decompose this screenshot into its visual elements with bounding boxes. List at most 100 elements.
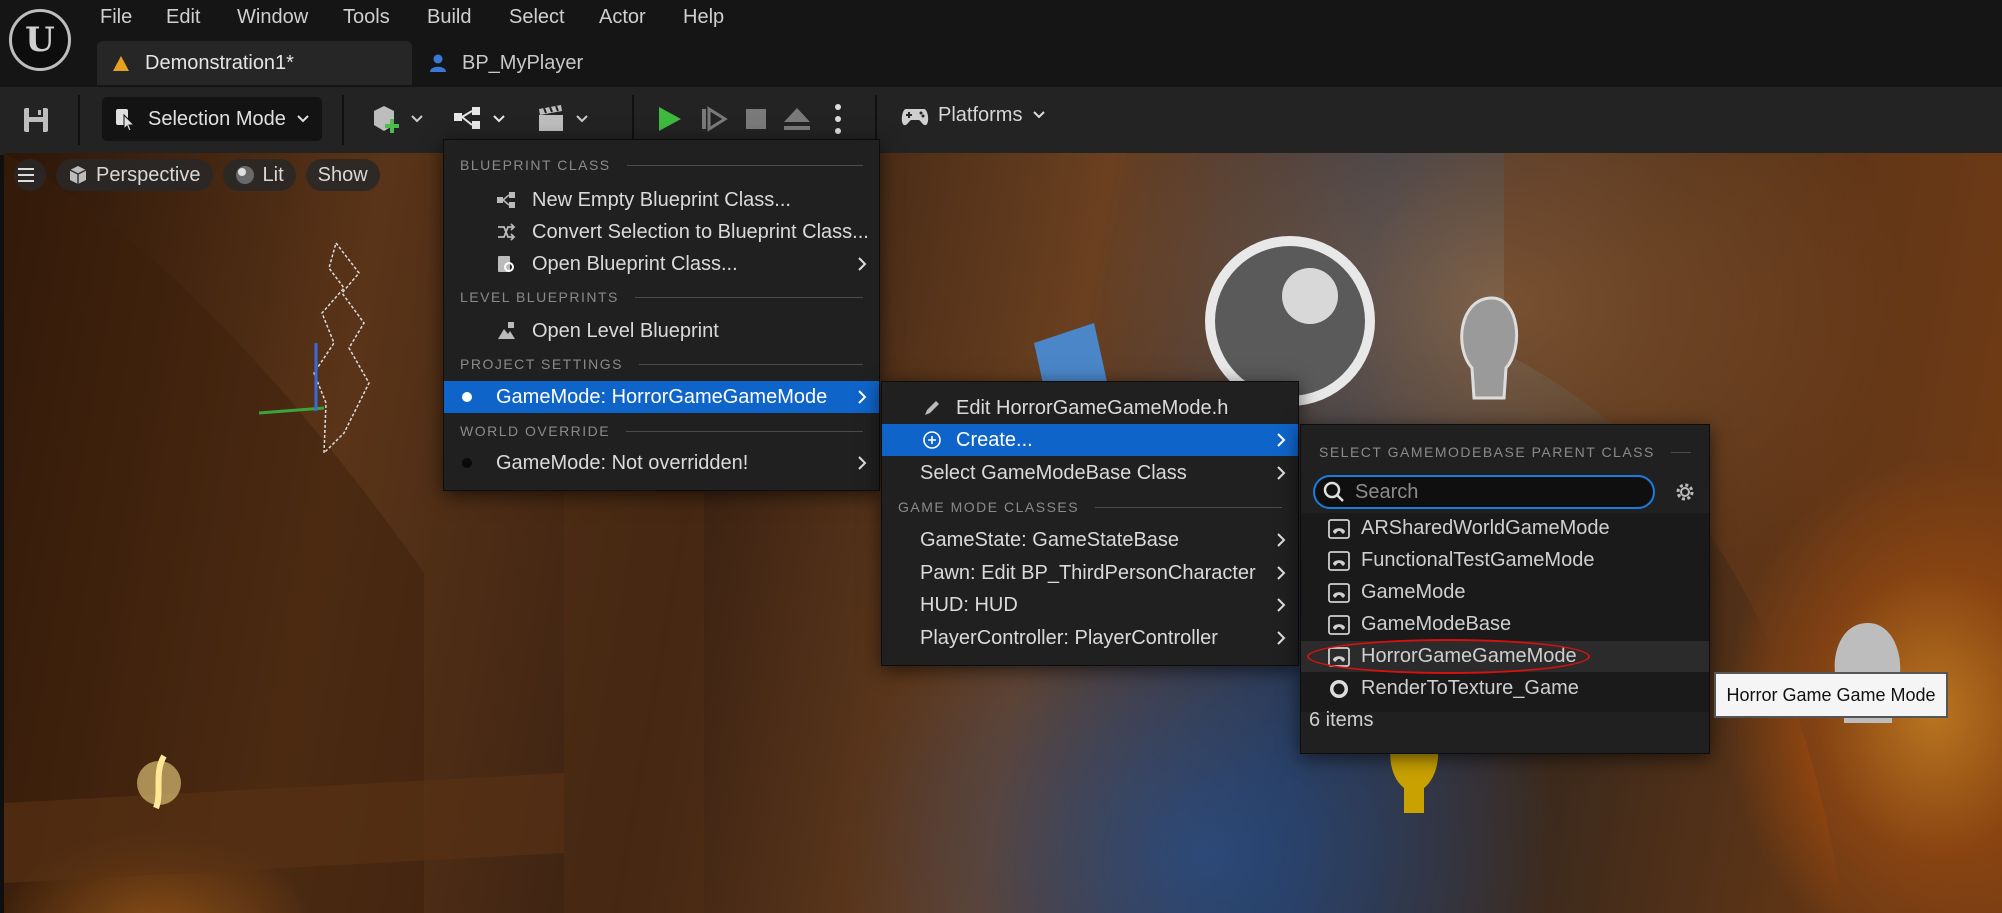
tab-label: BP_MyPlayer	[462, 51, 584, 74]
stop-button[interactable]	[742, 105, 770, 133]
step-forward-icon	[702, 106, 728, 132]
menu-item-label: Edit HorrorGameGameMode.h	[956, 396, 1229, 419]
blueprints-menu: BLUEPRINT CLASS New Empty Blueprint Clas…	[443, 139, 880, 491]
sphere-icon	[1330, 679, 1348, 698]
class-item-rendertotexture-game[interactable]: RenderToTexture_Game	[1301, 673, 1709, 704]
save-button[interactable]	[20, 102, 56, 138]
menu-edit[interactable]: Edit	[162, 4, 204, 31]
lit-label: Lit	[262, 163, 284, 186]
menu-item-label: Select GameModeBase Class	[920, 461, 1187, 484]
title-bar: U File Edit Window Tools Build Select Ac…	[0, 0, 2002, 87]
chevron-down-icon	[1033, 111, 1046, 119]
search-icon	[1323, 481, 1344, 502]
level-blueprint-icon	[498, 322, 515, 339]
viewport-options-button[interactable]	[14, 159, 46, 191]
tab-label: Demonstration1*	[145, 51, 294, 74]
class-icon	[1328, 582, 1350, 603]
main-toolbar: Selection Mode Platforms	[0, 87, 2002, 155]
chevron-down-icon	[411, 115, 423, 123]
selection-mode-dropdown[interactable]: Selection Mode	[102, 97, 322, 141]
gamemode-project-item[interactable]: GameMode: HorrorGameGameMode	[444, 381, 879, 413]
class-item-label: ARSharedWorldGameMode	[1361, 517, 1610, 539]
blueprints-button[interactable]	[452, 103, 506, 135]
class-item-label: RenderToTexture_Game	[1361, 677, 1579, 699]
chevron-down-icon	[297, 115, 309, 123]
select-gamemodebase-item[interactable]: Select GameModeBase Class	[882, 457, 1298, 489]
menu-help[interactable]: Help	[679, 4, 728, 31]
menu-build[interactable]: Build	[423, 4, 475, 31]
open-level-blueprint-item[interactable]: Open Level Blueprint	[444, 315, 879, 347]
add-actor-button[interactable]	[370, 103, 424, 135]
class-item-functionaltestgamemode[interactable]: FunctionalTestGameMode	[1301, 545, 1709, 576]
menu-file[interactable]: File	[96, 4, 136, 31]
section-world-override: WORLD OVERRIDE	[460, 423, 863, 439]
play-options-button[interactable]	[830, 101, 846, 137]
cube-icon	[69, 166, 87, 184]
gamestate-item[interactable]: GameState: GameStateBase	[882, 524, 1298, 556]
new-empty-blueprint-item[interactable]: New Empty Blueprint Class...	[444, 184, 879, 216]
platforms-dropdown[interactable]: Platforms	[900, 101, 1054, 129]
menu-item-label: Convert Selection to Blueprint Class...	[532, 220, 869, 243]
convert-selection-item[interactable]: Convert Selection to Blueprint Class...	[444, 216, 879, 248]
eject-button[interactable]	[782, 105, 812, 133]
unset-dot-icon	[462, 458, 472, 468]
play-icon	[659, 107, 681, 131]
class-item-gamemodebase[interactable]: GameModeBase	[1301, 609, 1709, 640]
class-tooltip: Horror Game Game Mode	[1714, 672, 1948, 718]
add-actor-icon	[374, 106, 399, 133]
create-gamemode-item[interactable]: Create...	[882, 424, 1298, 456]
menu-tools[interactable]: Tools	[339, 4, 394, 31]
gamemode-world-item[interactable]: GameMode: Not overridden!	[444, 447, 879, 479]
play-button[interactable]	[655, 105, 683, 133]
annotation-ellipse	[1307, 639, 1590, 674]
tab-bp-myplayer[interactable]: BP_MyPlayer	[428, 41, 628, 85]
search-box[interactable]	[1313, 475, 1655, 509]
menu-window[interactable]: Window	[233, 4, 312, 31]
gamepad-icon	[901, 109, 929, 126]
section-blueprint-class: BLUEPRINT CLASS	[460, 157, 863, 173]
class-item-arsharedworldgamemode[interactable]: ARSharedWorldGameMode	[1301, 513, 1709, 544]
perspective-button[interactable]: Perspective	[56, 159, 213, 191]
open-blueprint-class-item[interactable]: Open Blueprint Class...	[444, 248, 879, 280]
item-count: 6 items	[1309, 709, 1374, 731]
menu-item-label: HUD: HUD	[920, 593, 1018, 616]
cinematics-button[interactable]	[535, 103, 589, 135]
toolbar-separator	[632, 95, 634, 145]
menu-item-label: New Empty Blueprint Class...	[532, 188, 791, 211]
unreal-logo[interactable]: U	[9, 9, 71, 71]
advance-frame-button[interactable]	[700, 105, 728, 133]
convert-icon	[498, 223, 516, 241]
menu-item-label: Pawn: Edit BP_ThirdPersonCharacter	[920, 561, 1256, 584]
search-input[interactable]	[1355, 480, 1635, 504]
blueprint-icon	[454, 107, 480, 129]
pawn-item[interactable]: Pawn: Edit BP_ThirdPersonCharacter	[882, 557, 1298, 589]
section-level-blueprints: LEVEL BLUEPRINTS	[460, 289, 863, 305]
eject-icon	[784, 108, 810, 130]
edit-gamemode-source-item[interactable]: Edit HorrorGameGameMode.h	[882, 392, 1298, 424]
more-vertical-icon	[835, 104, 841, 134]
chevron-right-icon	[858, 257, 867, 271]
player-controller-item[interactable]: PlayerController: PlayerController	[882, 622, 1298, 654]
menu-item-label: PlayerController: PlayerController	[920, 626, 1218, 649]
lit-button[interactable]: Lit	[222, 159, 296, 191]
edit-pencil-icon	[925, 401, 939, 415]
stop-icon	[746, 109, 766, 129]
select-arrow-icon	[116, 109, 136, 131]
class-icon	[1328, 550, 1350, 571]
blueprint-class-icon	[497, 192, 515, 208]
chevron-right-icon	[1277, 598, 1286, 612]
blueprint-character-icon	[430, 54, 446, 72]
menu-item-label: GameState: GameStateBase	[920, 528, 1180, 551]
section-game-mode-classes: GAME MODE CLASSES	[898, 499, 1282, 515]
menu-select[interactable]: Select	[505, 4, 569, 31]
tab-demonstration1[interactable]: Demonstration1*	[97, 41, 412, 85]
class-item-gamemode[interactable]: GameMode	[1301, 577, 1709, 608]
gear-icon[interactable]	[1673, 480, 1697, 504]
toolbar-separator	[875, 95, 877, 145]
selected-dot-icon	[462, 392, 472, 402]
hud-item[interactable]: HUD: HUD	[882, 589, 1298, 621]
chevron-down-icon	[493, 115, 505, 123]
chevron-right-icon	[1277, 466, 1286, 480]
show-button[interactable]: Show	[305, 159, 380, 191]
menu-actor[interactable]: Actor	[595, 4, 650, 31]
